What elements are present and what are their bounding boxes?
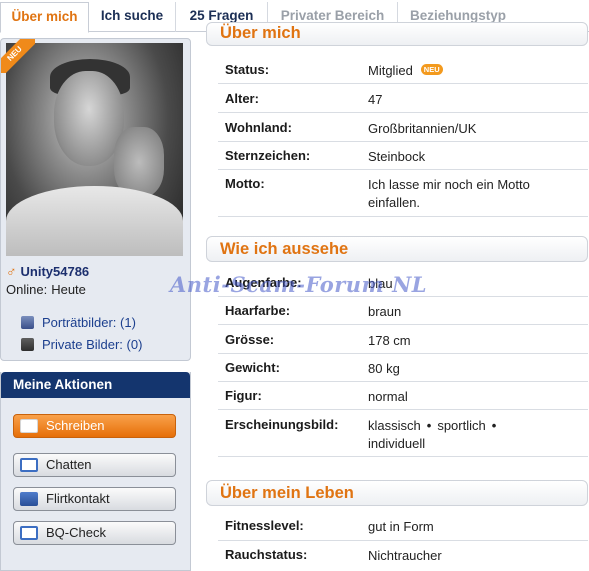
write-button[interactable]: Schreiben <box>13 414 176 438</box>
table-row: Status: Mitglied NEU <box>218 54 588 84</box>
online-value: Heute <box>51 282 86 297</box>
private-pictures-link[interactable]: Private Bilder: (0) <box>21 334 142 356</box>
table-row: Erscheinungsbild: klassisch • sportlich • i… <box>218 410 588 457</box>
chat-button[interactable]: Chatten <box>13 453 176 477</box>
table-row: Fitnesslevel: gut in Form <box>218 512 588 541</box>
profile-card: NEU ♂ Unity54786 Online: Heute Porträtbild… <box>0 38 191 361</box>
mail-icon <box>20 419 38 433</box>
username[interactable]: ♂ Unity54786 <box>6 263 89 279</box>
tab-ueber-mich[interactable]: Über mich <box>0 2 89 33</box>
picture-links: Porträtbilder: (1) Private Bilder: (0) <box>21 312 142 356</box>
profile-photo[interactable] <box>6 43 183 256</box>
actions-panel: Meine Aktionen Schreiben Chatten Flirtko… <box>0 372 191 571</box>
bq-check-button[interactable]: BQ-Check <box>13 521 176 545</box>
table-row: Grösse: 178 cm <box>218 325 588 354</box>
online-label: Online: <box>6 282 48 297</box>
actions-title: Meine Aktionen <box>1 372 190 398</box>
life-rows: Fitnesslevel: gut in Form Rauchstatus: N… <box>218 512 588 571</box>
lock-icon <box>21 338 34 351</box>
tab-ich-suche[interactable]: Ich suche <box>89 2 176 32</box>
section-title-about: Über mich <box>206 22 588 46</box>
section-title-looks: Wie ich aussehe <box>206 236 588 262</box>
portrait-pictures-link[interactable]: Porträtbilder: (1) <box>21 312 142 334</box>
online-status: Online: Heute <box>6 282 86 297</box>
chat-icon <box>20 458 38 472</box>
table-row: Alter: 47 <box>218 84 588 113</box>
table-row: Rauchstatus: Nichtraucher <box>225 547 442 563</box>
new-badge: NEU <box>1 39 35 73</box>
table-row: Haarfarbe: braun <box>218 297 588 325</box>
table-row: Sternzeichen: Steinbock <box>218 142 588 170</box>
portrait-icon <box>21 316 34 329</box>
table-row: Figur: normal <box>218 382 588 410</box>
male-icon: ♂ <box>6 263 17 279</box>
flirt-icon <box>20 492 38 506</box>
table-row: Gewicht: 80 kg <box>218 354 588 382</box>
table-row: Wohnland: Großbritannien/UK <box>218 113 588 142</box>
table-row: Motto: Ich lasse mir noch ein Motto einf… <box>218 170 588 217</box>
flirt-contact-button[interactable]: Flirtkontakt <box>13 487 176 511</box>
about-rows: Status: Mitglied NEU Alter: 47 Wohnland: … <box>218 54 588 217</box>
new-badge-small: NEU <box>420 64 443 75</box>
heart-icon <box>20 526 38 540</box>
username-label[interactable]: Unity54786 <box>21 264 90 279</box>
watermark: Anti-Scam-Forum NL <box>170 272 428 297</box>
section-title-life: Über mein Leben <box>206 480 588 506</box>
